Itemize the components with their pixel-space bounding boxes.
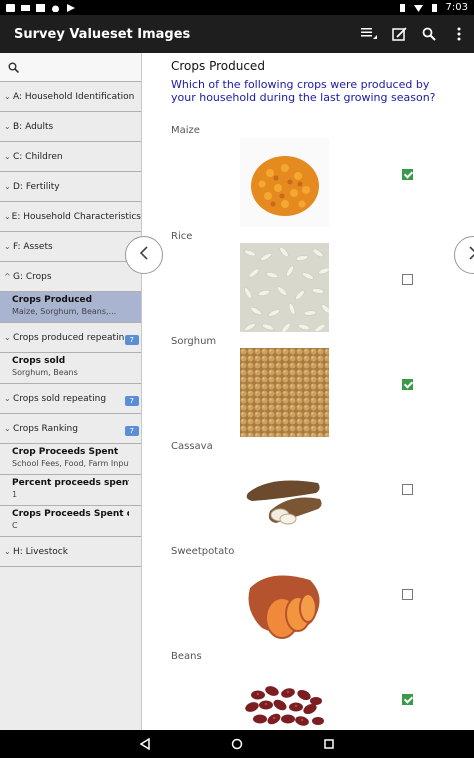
group-label: Crops sold repeating <box>13 393 107 404</box>
status-time: 7:03 <box>445 2 468 13</box>
notification-icon <box>36 3 45 12</box>
notification-icon <box>21 4 30 12</box>
sidebar: ⌄ A: Household Identification ⌄ B: Adults … <box>0 53 142 730</box>
section-assets[interactable]: ⌄ F: Assets <box>0 232 141 262</box>
chevron-down-icon: ⌄ <box>4 424 11 433</box>
chevron-down-icon: ⌄ <box>4 547 11 556</box>
sorghum-image[interactable] <box>240 348 329 437</box>
back-icon[interactable] <box>139 735 151 754</box>
question-answer: School Fees, Food, Farm Inputs <box>12 459 129 468</box>
search-icon[interactable] <box>414 15 444 53</box>
group-label: Crops Ranking <box>13 423 78 434</box>
question-crops-produced[interactable]: Crops Produced Maize, Sorghum, Beans,... <box>0 292 141 323</box>
section-label: D: Fertility <box>13 181 60 192</box>
android-icon <box>51 4 60 12</box>
chevron-up-icon: ^ <box>4 272 11 281</box>
chevron-down-icon: ⌄ <box>4 182 11 191</box>
play-store-icon <box>66 3 75 12</box>
home-icon[interactable] <box>231 735 243 754</box>
count-badge: 7 <box>124 335 139 345</box>
edit-icon[interactable] <box>384 15 414 53</box>
crop-label-cassava: Cassava <box>171 441 213 452</box>
maize-image[interactable] <box>240 138 329 227</box>
crop-checkbox-cassava[interactable] <box>402 484 413 495</box>
section-fertility[interactable]: ⌄ D: Fertility <box>0 172 141 202</box>
status-bar: 7:03 <box>0 0 474 15</box>
sweetpotato-image[interactable] <box>240 558 329 647</box>
overflow-menu-icon[interactable] <box>444 15 474 53</box>
rice-image[interactable] <box>240 243 329 332</box>
app-title: Survey Valueset Images <box>14 26 191 42</box>
crop-label-sweetpotato: Sweetpotato <box>171 546 235 557</box>
section-adults[interactable]: ⌄ B: Adults <box>0 112 141 142</box>
count-badge: 7 <box>124 396 139 406</box>
section-label: E: Household Characteristics <box>11 211 141 222</box>
chevron-down-icon: ⌄ <box>4 152 11 161</box>
question-answer: C <box>12 521 18 530</box>
group-crops-ranking[interactable]: ⌄ Crops Ranking 7 <box>0 414 141 444</box>
section-household-identification[interactable]: ⌄ A: Household Identification <box>0 82 141 112</box>
section-label: F: Assets <box>13 241 53 252</box>
section-household-characteristics[interactable]: ⌄ E: Household Characteristics <box>0 202 141 232</box>
question-title: Percent proceeds spent on... <box>12 478 129 488</box>
crop-label-sorghum: Sorghum <box>171 336 217 347</box>
chevron-down-icon: ⌄ <box>4 212 11 221</box>
section-crops[interactable]: ^ G: Crops <box>0 262 141 292</box>
question-crops-proceeds-spent-on[interactable]: Crops Proceeds Spent on... C <box>0 506 141 537</box>
question-panel: Crops Produced Which of the following cr… <box>143 53 474 730</box>
count-badge: 7 <box>124 426 139 436</box>
section-label: G: Crops <box>13 271 52 282</box>
wifi-icon <box>413 4 423 12</box>
section-label: A: Household Identification <box>13 91 135 102</box>
chevron-down-icon: ⌄ <box>4 333 11 342</box>
group-label: Crops produced repeatin <box>13 332 125 343</box>
notification-icon <box>6 3 15 12</box>
battery-icon <box>430 3 439 12</box>
group-crops-produced-repeating[interactable]: ⌄ Crops produced repeatin 7 <box>0 323 141 353</box>
crop-checkbox-sorghum[interactable] <box>402 379 413 390</box>
question-crop-proceeds-spent[interactable]: Crop Proceeds Spent School Fees, Food, F… <box>0 444 141 475</box>
crop-label-maize: Maize <box>171 125 200 136</box>
list-icon[interactable] <box>354 15 384 53</box>
section-label: H: Livestock <box>13 546 68 557</box>
section-label: C: Children <box>13 151 63 162</box>
system-nav-bar <box>0 730 474 758</box>
section-livestock[interactable]: ⌄ H: Livestock <box>0 537 141 567</box>
question-answer: Sorghum, Beans <box>12 368 78 377</box>
question-percent-proceeds[interactable]: Percent proceeds spent on... 1 <box>0 475 141 506</box>
question-answer: 1 <box>12 490 18 499</box>
cassava-image[interactable] <box>240 453 329 542</box>
sidebar-search[interactable] <box>0 53 141 82</box>
question-answer: Maize, Sorghum, Beans,... <box>12 307 117 316</box>
crop-checkbox-maize[interactable] <box>402 169 413 180</box>
section-label: B: Adults <box>13 121 54 132</box>
question-title: Crops Produced <box>171 59 265 73</box>
crop-label-rice: Rice <box>171 231 193 242</box>
group-crops-sold-repeating[interactable]: ⌄ Crops sold repeating 7 <box>0 384 141 414</box>
chevron-right-icon <box>468 245 474 265</box>
crop-checkbox-sweetpotato[interactable] <box>402 589 413 600</box>
vibrate-icon <box>398 3 407 12</box>
question-crops-sold[interactable]: Crops sold Sorghum, Beans <box>0 353 141 384</box>
chevron-down-icon: ⌄ <box>4 122 11 131</box>
chevron-down-icon: ⌄ <box>4 242 11 251</box>
question-text: Which of the following crops were produc… <box>171 78 436 104</box>
beans-image[interactable] <box>240 663 329 730</box>
search-icon[interactable] <box>8 58 20 77</box>
crop-checkbox-rice[interactable] <box>402 274 413 285</box>
chevron-down-icon: ⌄ <box>4 394 11 403</box>
question-title: Crops Produced <box>12 295 93 305</box>
question-title: Crops sold <box>12 356 66 366</box>
recents-icon[interactable] <box>323 735 335 754</box>
crop-checkbox-beans[interactable] <box>402 694 413 705</box>
section-children[interactable]: ⌄ C: Children <box>0 142 141 172</box>
question-title: Crop Proceeds Spent <box>12 447 119 457</box>
question-title: Crops Proceeds Spent on... <box>12 509 129 519</box>
app-bar: Survey Valueset Images <box>0 15 474 53</box>
previous-question-button[interactable] <box>125 236 163 274</box>
chevron-down-icon: ⌄ <box>4 92 11 101</box>
chevron-left-icon <box>139 245 149 265</box>
crop-label-beans: Beans <box>171 651 202 662</box>
